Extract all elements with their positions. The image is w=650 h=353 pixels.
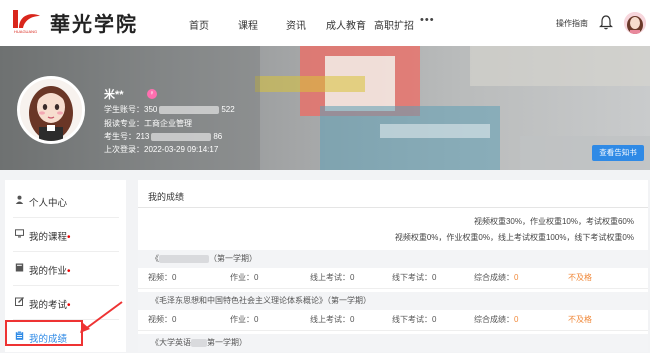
top-bar: HUAGUANG 華光学院 首页 课程 资讯 成人教育 高职扩招 ••• 操作指…: [0, 0, 650, 46]
total-score: 综合成绩：0: [474, 315, 519, 324]
masked-value: [159, 105, 220, 114]
svg-text:HUAGUANG: HUAGUANG: [14, 29, 37, 34]
total-score: 综合成绩：0: [474, 273, 519, 282]
online-exam-score: 线上考试：0: [310, 273, 355, 282]
logo-icon[interactable]: HUAGUANG: [13, 10, 41, 34]
profile-banner: [0, 46, 650, 170]
nav-home[interactable]: 首页: [189, 17, 209, 32]
sidebar-item-personal-center[interactable]: 个人中心: [13, 184, 119, 218]
monitor-icon: [15, 229, 24, 238]
course-title[interactable]: 《大学英语 第一学期）: [138, 334, 648, 352]
sidebar-item-label: 我的考试•: [29, 300, 71, 311]
sidebar-item-label: 我的课程•: [29, 232, 71, 243]
homework-score: 作业：0: [230, 315, 259, 324]
nav-more-button[interactable]: •••: [420, 14, 435, 26]
view-notice-button[interactable]: 查看告知书: [592, 145, 644, 161]
brand-name: 華光学院: [50, 12, 138, 36]
weight-rules-1: 视频权重30%，作业权重10%，考试权重60%: [473, 217, 634, 226]
sidebar-item-label: 个人中心: [29, 198, 68, 209]
status-badge: 不及格: [568, 315, 592, 324]
annotation-arrow-icon: [80, 301, 123, 333]
status-badge: 不及格: [568, 273, 592, 282]
offline-exam-score: 线下考试：0: [392, 315, 437, 324]
profile-avatar: [17, 76, 85, 144]
masked-value: [191, 338, 207, 347]
course-title[interactable]: 《毛泽东思想和中国特色社会主义理论体系概论》（第一学期）: [138, 292, 648, 310]
user-icon: [15, 195, 24, 204]
course-title[interactable]: 《（第一学期）: [138, 250, 648, 268]
book-icon: [15, 263, 24, 272]
gender-badge-icon: ♀: [147, 89, 157, 99]
offline-exam-score: 线下考试：0: [392, 273, 437, 282]
nav-vocational[interactable]: 高职扩招: [374, 17, 414, 32]
online-exam-score: 线上考试：0: [310, 315, 355, 324]
score-row: 视频：0 作业：0 线上考试：0 线下考试：0 综合成绩：0 不及格: [138, 310, 648, 331]
sidebar-item-my-courses[interactable]: 我的课程•: [13, 218, 119, 252]
video-score: 视频：0: [148, 273, 177, 282]
bell-icon[interactable]: [599, 14, 613, 30]
page-title: 我的成绩: [148, 192, 185, 202]
major: 报读专业：工商企业管理: [104, 119, 192, 128]
nav-adult-education[interactable]: 成人教育: [326, 17, 366, 32]
nav-courses[interactable]: 课程: [238, 17, 258, 32]
divider: [138, 207, 648, 208]
operation-guide-link[interactable]: 操作指南: [556, 18, 588, 29]
user-name: 米**: [104, 89, 124, 101]
sidebar-item-label: 我的作业•: [29, 266, 71, 277]
last-login: 上次登录：2022-03-29 09:14:17: [104, 145, 219, 154]
edit-icon: [15, 297, 24, 306]
masked-value: [159, 254, 209, 263]
avatar-icon[interactable]: [624, 12, 646, 34]
masked-value: [151, 132, 212, 141]
video-score: 视频：0: [148, 315, 177, 324]
score-row: 视频：0 作业：0 线上考试：0 线下考试：0 综合成绩：0 不及格: [138, 268, 648, 289]
nav-news[interactable]: 资讯: [286, 17, 306, 32]
student-number: 学生账号：350 522: [104, 105, 235, 114]
homework-score: 作业：0: [230, 273, 259, 282]
banner-background-image: [0, 46, 650, 170]
weight-rules-2: 视频权重0%，作业权重0%，线上考试权重100%，线下考试权重0%: [394, 233, 634, 242]
grades-panel: 我的成绩 视频权重30%，作业权重10%，考试权重60% 视频权重0%，作业权重…: [138, 180, 648, 352]
sidebar-item-my-homework[interactable]: 我的作业•: [13, 252, 119, 286]
exam-number: 考生号：213 86: [104, 132, 223, 141]
